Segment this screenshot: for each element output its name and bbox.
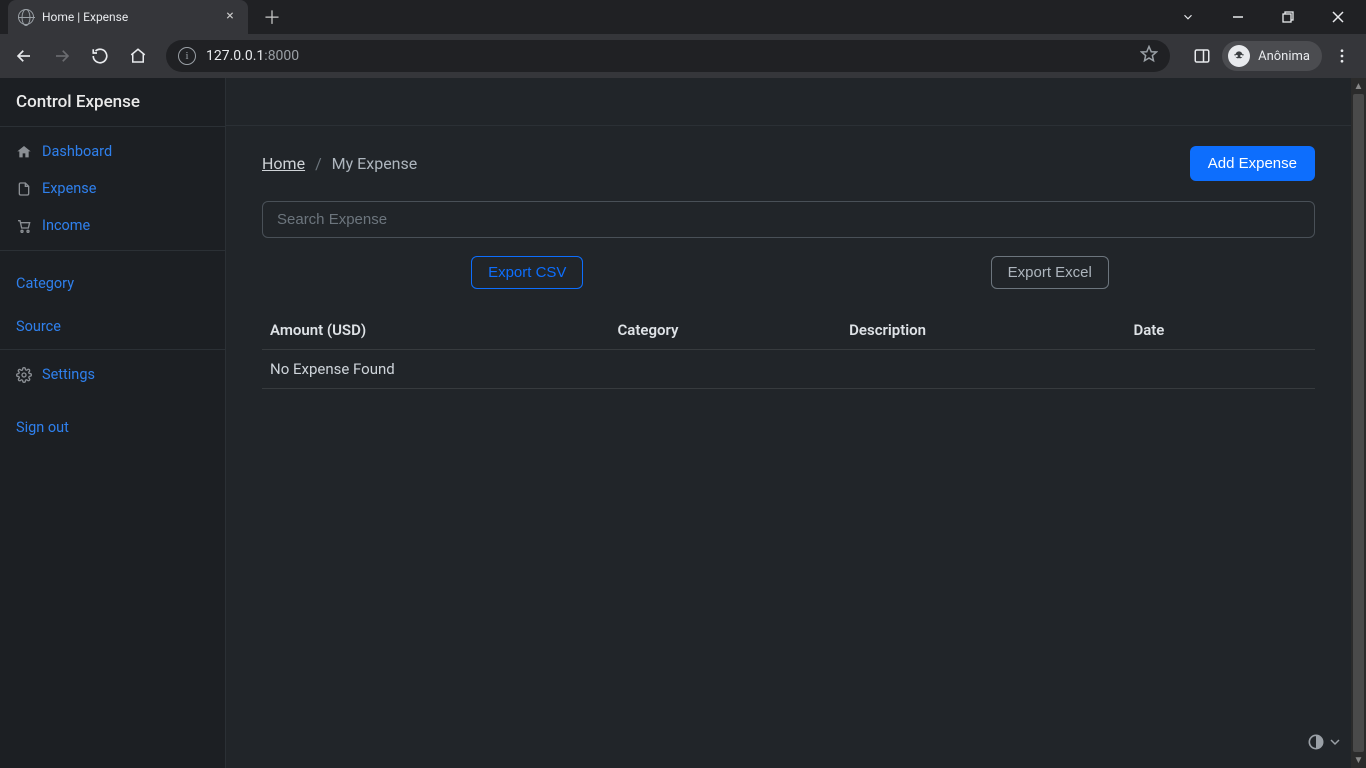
kebab-menu-button[interactable] — [1326, 40, 1358, 72]
sidebar-bottom-group: Settings Sign out — [0, 350, 225, 450]
home-button[interactable] — [122, 40, 154, 72]
breadcrumb: Home / My Expense — [262, 154, 417, 173]
sidebar-item-label: Dashboard — [42, 143, 112, 160]
browser-toolbar: i 127.0.0.1:8000 Anônima — [0, 34, 1366, 78]
scroll-thumb[interactable] — [1353, 94, 1364, 752]
profile-chip[interactable]: Anônima — [1222, 41, 1322, 71]
col-date: Date — [1125, 311, 1315, 350]
vertical-scrollbar[interactable]: ▲ ▼ — [1351, 78, 1366, 768]
content-topbar — [226, 78, 1351, 126]
browser-tab[interactable]: Home | Expense × — [8, 0, 248, 34]
window-close-button[interactable] — [1316, 2, 1360, 32]
export-row: Export CSV Export Excel — [262, 256, 1315, 289]
reload-button[interactable] — [84, 40, 116, 72]
expense-table: Amount (USD) Category Description Date N… — [262, 311, 1315, 389]
minimize-button[interactable] — [1216, 2, 1260, 32]
search-input[interactable] — [262, 201, 1315, 238]
main-area: Home / My Expense Add Expense Export CSV… — [226, 78, 1351, 768]
globe-icon — [18, 9, 34, 25]
cart-icon — [16, 218, 32, 234]
app-root: Control Expense Dashboard Expense Income — [0, 78, 1366, 768]
sidebar: Control Expense Dashboard Expense Income — [0, 78, 226, 768]
window-controls — [1166, 0, 1366, 34]
new-tab-button[interactable]: ＋ — [258, 3, 286, 31]
sidebar-item-source[interactable]: Source — [0, 300, 225, 343]
gear-icon — [16, 367, 32, 383]
sidebar-item-label: Settings — [42, 366, 95, 383]
table-header-row: Amount (USD) Category Description Date — [262, 311, 1315, 350]
sidebar-item-settings[interactable]: Settings — [0, 356, 225, 393]
breadcrumb-sep: / — [315, 154, 322, 173]
theme-toggle[interactable] — [1306, 732, 1340, 752]
sidebar-nav-group: Dashboard Expense Income — [0, 127, 225, 251]
empty-state: No Expense Found — [262, 350, 1315, 389]
url-text: 127.0.0.1:8000 — [206, 48, 299, 64]
breadcrumb-home[interactable]: Home — [262, 154, 305, 173]
scroll-up-icon[interactable]: ▲ — [1354, 78, 1364, 94]
sidebar-item-label: Income — [42, 217, 90, 234]
close-icon[interactable]: × — [222, 9, 238, 25]
tab-search-button[interactable] — [1166, 2, 1210, 32]
house-icon — [16, 144, 32, 160]
add-expense-button[interactable]: Add Expense — [1190, 146, 1315, 181]
incognito-icon — [1228, 45, 1250, 67]
col-description: Description — [841, 311, 1125, 350]
file-icon — [16, 181, 32, 197]
bookmark-icon[interactable] — [1140, 45, 1158, 67]
col-category: Category — [609, 311, 841, 350]
tab-strip: Home | Expense × ＋ — [0, 0, 1366, 34]
sidebar-item-expense[interactable]: Expense — [0, 170, 225, 207]
forward-button[interactable] — [46, 40, 78, 72]
page-header: Home / My Expense Add Expense — [262, 146, 1315, 181]
side-panel-button[interactable] — [1186, 40, 1218, 72]
sidebar-item-label: Expense — [42, 180, 96, 197]
scroll-track[interactable] — [1351, 94, 1366, 752]
table-row: No Expense Found — [262, 350, 1315, 389]
sidebar-item-dashboard[interactable]: Dashboard — [0, 133, 225, 170]
sidebar-item-signout[interactable]: Sign out — [0, 393, 225, 444]
breadcrumb-current: My Expense — [332, 154, 418, 173]
app-brand[interactable]: Control Expense — [0, 78, 225, 127]
scroll-down-icon[interactable]: ▼ — [1354, 752, 1364, 768]
col-amount: Amount (USD) — [262, 311, 609, 350]
site-info-icon[interactable]: i — [178, 47, 196, 65]
sidebar-item-category[interactable]: Category — [0, 257, 225, 300]
address-bar[interactable]: i 127.0.0.1:8000 — [166, 40, 1170, 72]
tab-title: Home | Expense — [42, 10, 214, 24]
export-excel-button[interactable]: Export Excel — [991, 256, 1109, 289]
chevron-down-icon — [1330, 737, 1340, 747]
maximize-button[interactable] — [1266, 2, 1310, 32]
back-button[interactable] — [8, 40, 40, 72]
sidebar-item-income[interactable]: Income — [0, 207, 225, 244]
export-csv-button[interactable]: Export CSV — [471, 256, 583, 289]
sidebar-cat-group: Category Source — [0, 251, 225, 350]
browser-chrome: Home | Expense × ＋ — [0, 0, 1366, 78]
content: Home / My Expense Add Expense Export CSV… — [226, 126, 1351, 409]
profile-label: Anônima — [1258, 49, 1310, 64]
half-circle-icon — [1306, 732, 1326, 752]
